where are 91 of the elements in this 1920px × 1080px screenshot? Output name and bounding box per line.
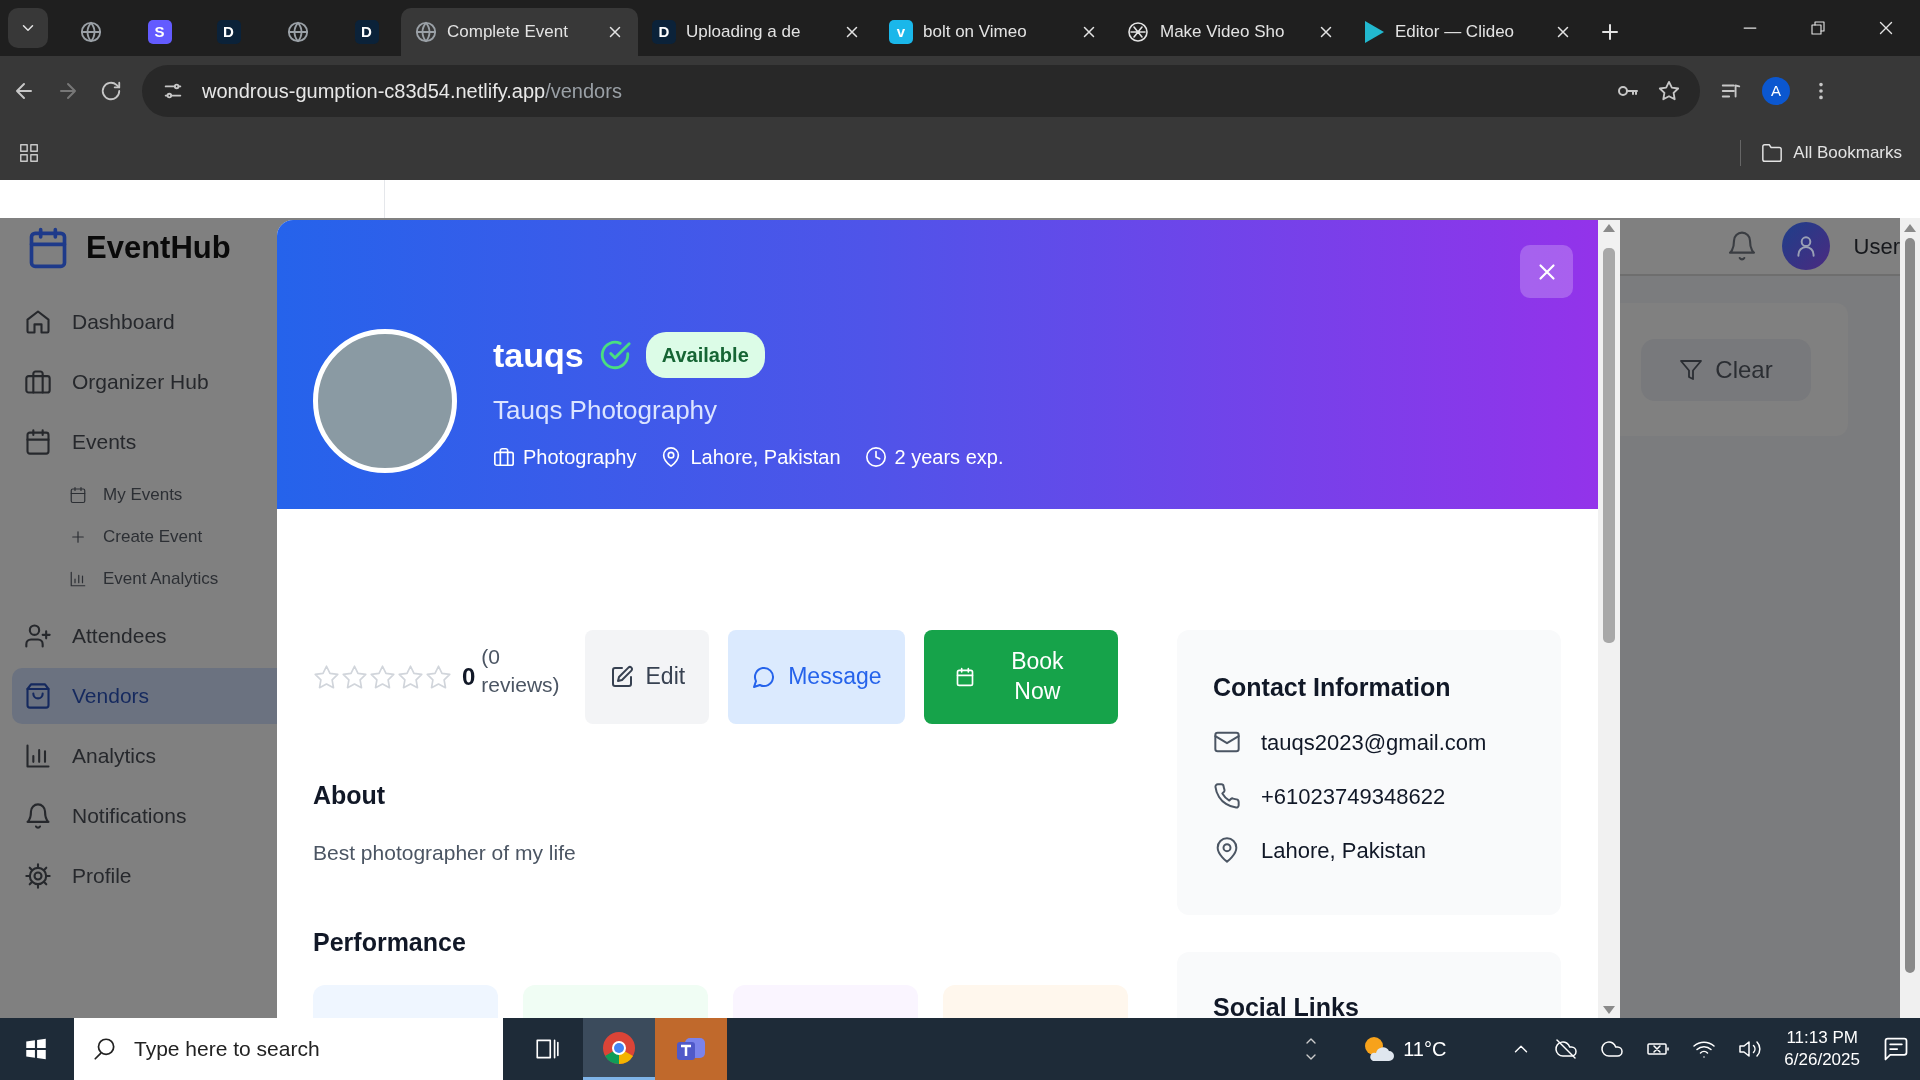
bag-icon (24, 682, 52, 710)
windows-start-icon[interactable] (23, 1036, 49, 1062)
calendar-icon (69, 486, 87, 504)
browser-tab[interactable]: D (194, 8, 263, 56)
vendor-meta: 2 years exp. (894, 445, 1004, 470)
bar-chart-icon (69, 570, 87, 588)
filter-icon (1679, 357, 1704, 382)
browser-tab[interactable]: Editor — Clideo (1349, 8, 1586, 56)
notification-icon[interactable] (1882, 1035, 1910, 1063)
business-name: Tauqs Photography (493, 394, 719, 427)
star-icon (425, 663, 452, 691)
taskbar-search-box[interactable]: Type here to search (74, 1018, 503, 1080)
user-name: User (1853, 232, 1900, 261)
phone-link[interactable]: +61023749348622 (1261, 779, 1446, 813)
calendar-icon (24, 428, 52, 456)
favicon: D (354, 20, 379, 44)
folder-icon (1761, 142, 1784, 164)
bookmark-star-icon[interactable] (1658, 80, 1680, 102)
clock-icon (864, 446, 887, 468)
calendar-icon (955, 667, 976, 687)
sidebar-item[interactable]: Dashboard (12, 294, 385, 350)
book-button[interactable]: Book Now (924, 630, 1119, 724)
home-icon (24, 308, 52, 336)
clock-time[interactable]: 11:13 PM (1786, 1027, 1858, 1049)
review-count: (0 reviews) (481, 643, 561, 698)
browser-tab[interactable]: v bolt on Vimeo (875, 8, 1112, 56)
scroll-down-icon[interactable] (1603, 1006, 1615, 1014)
favicon: S (147, 20, 172, 44)
browser-tab[interactable]: S (125, 8, 194, 56)
about-text: Best photographer of my life (313, 840, 577, 866)
status-badge: Available (645, 332, 765, 378)
phone-icon (1213, 782, 1241, 810)
temperature: 11°C (1403, 1037, 1447, 1062)
globe-icon (286, 21, 309, 43)
contact-location: Lahore, Pakistan (1261, 836, 1427, 865)
profile-avatar[interactable]: A (1762, 77, 1790, 105)
vendor-name: tauqs (493, 334, 584, 376)
sidebar-subitem[interactable]: Event Analytics (12, 558, 385, 600)
reload-icon[interactable] (100, 80, 122, 102)
vendor-meta: Photography (523, 445, 637, 470)
scroll-up-icon[interactable] (1603, 224, 1615, 232)
cloud-off-icon[interactable] (1554, 1037, 1579, 1061)
sidebar-item[interactable]: Events (12, 414, 385, 470)
edit-icon (609, 665, 634, 689)
browser-tab[interactable]: D Uploading a de (638, 8, 875, 56)
briefcase-icon (24, 368, 52, 396)
briefcase-icon (493, 446, 515, 468)
card-title: Social Links (1213, 992, 1360, 1018)
message-icon (752, 665, 777, 689)
card-title: Contact Information (1213, 672, 1452, 703)
star-icon (341, 663, 368, 691)
sidebar-item[interactable]: Organizer Hub (12, 354, 385, 410)
sidebar-subitem[interactable]: Create Event (12, 516, 385, 558)
email-link[interactable]: tauqs2023@gmail.com (1261, 725, 1487, 759)
rating-score: 0 (462, 662, 476, 692)
edit-button[interactable]: Edit (585, 630, 710, 724)
plus-icon (69, 528, 87, 546)
globe-icon (415, 21, 437, 43)
clock-date[interactable]: 6/26/2025 (1784, 1049, 1860, 1071)
settings-icon (24, 862, 52, 890)
bookmarks-label[interactable]: All Bookmarks (1793, 140, 1902, 166)
sidebar-subitem[interactable]: My Events (12, 474, 385, 516)
vendor-meta: Lahore, Pakistan (690, 445, 841, 470)
section-title: Performance (313, 927, 467, 957)
message-button[interactable]: Message (728, 630, 906, 724)
favicon: D (216, 20, 241, 44)
knot-icon (1126, 20, 1150, 44)
restore-icon[interactable] (1809, 19, 1827, 37)
bar-chart-icon (24, 742, 52, 770)
star-icon (369, 663, 396, 691)
close-button[interactable] (1520, 245, 1573, 298)
modal-scrollbar[interactable] (1598, 220, 1620, 1018)
address-bar[interactable]: wondrous-gumption-c83d54.netlify.app/vendors (142, 65, 1700, 117)
user-avatar[interactable] (1781, 222, 1830, 270)
star-icon (397, 663, 424, 691)
browser-tab[interactable]: D (332, 8, 401, 56)
browser-tab[interactable]: Complete Event (401, 8, 638, 56)
user-plus-icon (24, 622, 52, 650)
page-scrollbar[interactable] (1900, 218, 1920, 1018)
favicon: v (889, 20, 913, 44)
bell-icon (24, 802, 52, 830)
globe-icon (79, 21, 102, 43)
browser-tab[interactable]: Make Video Sho (1112, 8, 1349, 56)
sidebar-item[interactable]: Attendees (12, 608, 385, 664)
search-field[interactable]: Type here to search (132, 1032, 492, 1066)
chrome-icon[interactable] (602, 1030, 636, 1065)
favicon: D (652, 20, 676, 44)
star-icon (313, 663, 340, 691)
brand-name: EventHub (86, 228, 231, 267)
scroll-up-icon[interactable] (1904, 224, 1916, 232)
apps-icon[interactable] (18, 142, 40, 164)
